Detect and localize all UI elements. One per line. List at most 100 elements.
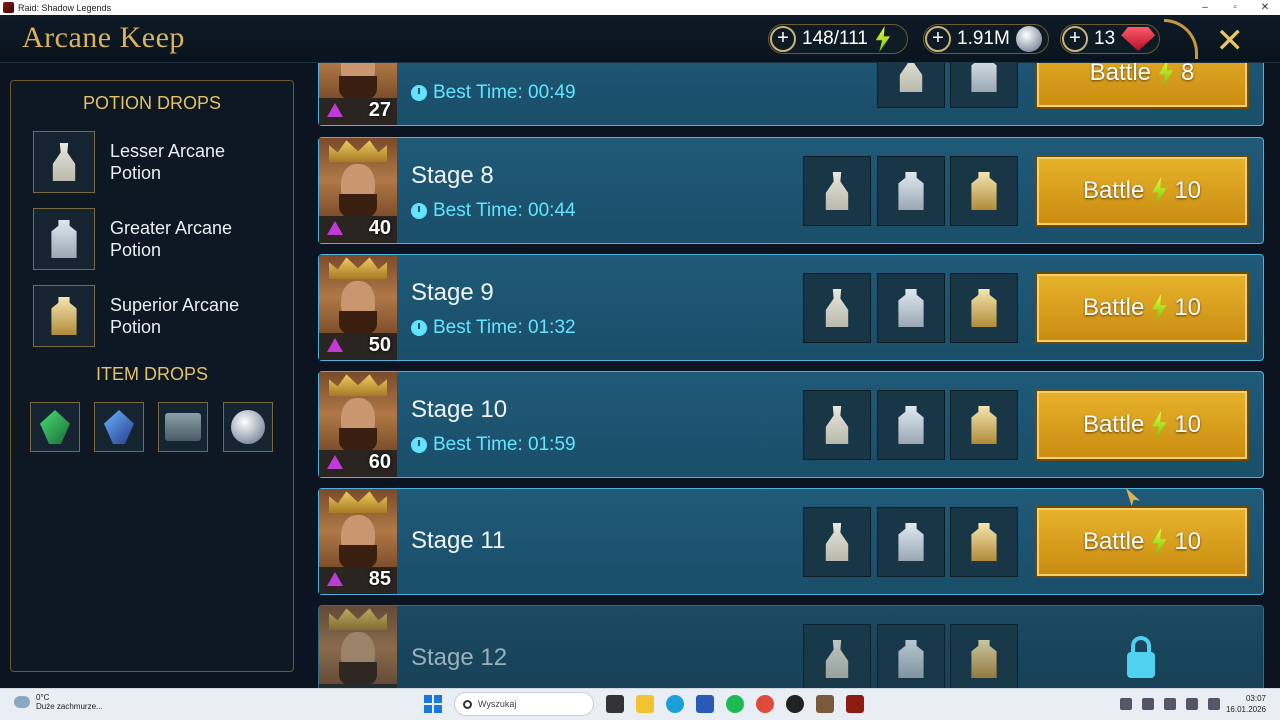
- item-drop-chest[interactable]: [158, 402, 208, 452]
- volume-icon[interactable]: [1208, 698, 1220, 710]
- boss-portrait: [319, 606, 397, 688]
- page-title: Arcane Keep: [22, 21, 185, 54]
- microphone-icon[interactable]: [1164, 698, 1176, 710]
- stage-level: 60: [368, 451, 391, 473]
- best-time-text: Best Time: 01:59: [433, 434, 576, 455]
- stage-row-9[interactable]: 50 Stage 9 Best Time: 01:32 Battle 10: [318, 254, 1264, 361]
- clock[interactable]: 03:07 16.01.2026: [1226, 693, 1266, 715]
- stage-level: 40: [368, 217, 391, 239]
- silver-value: 1.91M: [957, 28, 1010, 49]
- greater-arcane-potion-icon: [898, 523, 924, 561]
- chest-icon: [165, 413, 201, 441]
- drop-slot[interactable]: [803, 156, 871, 226]
- close-icon[interactable]: ✕: [1216, 21, 1245, 61]
- store-icon[interactable]: [696, 695, 714, 713]
- add-energy-button[interactable]: +: [770, 26, 796, 52]
- file-explorer-icon[interactable]: [636, 695, 654, 713]
- energy-resource: + 148/111: [768, 24, 908, 54]
- drop-slot[interactable]: [950, 507, 1018, 577]
- item-drop-accessory[interactable]: [94, 402, 144, 452]
- stage-level: 85: [368, 568, 391, 590]
- stage-row-10[interactable]: 60 Stage 10 Best Time: 01:59 Battle 10: [318, 371, 1264, 478]
- add-silver-button[interactable]: +: [925, 26, 951, 52]
- close-window-button[interactable]: ✕: [1250, 2, 1280, 13]
- drop-slot[interactable]: [803, 624, 871, 688]
- drop-slot[interactable]: [877, 63, 945, 108]
- edge-icon[interactable]: [666, 695, 684, 713]
- minimize-button[interactable]: –: [1190, 2, 1220, 13]
- potion-frame: [33, 285, 95, 347]
- superior-arcane-potion-icon: [971, 523, 997, 561]
- potion-drop-greater[interactable]: Greater Arcane Potion: [33, 208, 273, 270]
- battle-button[interactable]: Battle 8: [1035, 63, 1249, 109]
- lesser-arcane-potion-icon: [825, 640, 849, 678]
- energy-cost: 10: [1174, 177, 1202, 204]
- drop-slot[interactable]: [877, 273, 945, 343]
- raid-app-icon: [3, 2, 14, 13]
- weather-widget[interactable]: 0°C Duże zachmurze...: [14, 693, 103, 711]
- spotify-icon[interactable]: [726, 695, 744, 713]
- windows-start-icon[interactable]: [424, 695, 442, 713]
- energy-icon: [1158, 63, 1174, 87]
- drop-slot[interactable]: [877, 390, 945, 460]
- battle-button[interactable]: Battle 10: [1035, 155, 1249, 227]
- drop-slot[interactable]: [950, 156, 1018, 226]
- drop-slot[interactable]: [803, 273, 871, 343]
- search-placeholder: Wyszukaj: [478, 699, 517, 709]
- battle-button[interactable]: Battle 10: [1035, 272, 1249, 344]
- display-icon[interactable]: [1186, 698, 1198, 710]
- task-view-icon[interactable]: [606, 695, 624, 713]
- maximize-button[interactable]: ▫: [1220, 2, 1250, 13]
- drop-slot[interactable]: [950, 273, 1018, 343]
- battle-label: Battle: [1089, 63, 1151, 86]
- energy-icon: [1152, 294, 1167, 322]
- drop-slot[interactable]: [877, 624, 945, 688]
- stage-row-7[interactable]: 27 Best Time: 00:49 Battle 8: [318, 63, 1264, 126]
- stage-list[interactable]: 27 Best Time: 00:49 Battle 8 40 Stage 8 …: [318, 63, 1266, 688]
- drop-slot[interactable]: [950, 63, 1018, 108]
- lesser-arcane-potion-icon: [899, 63, 923, 92]
- add-gems-button[interactable]: +: [1062, 26, 1088, 52]
- best-time-text: Best Time: 01:32: [433, 317, 576, 338]
- stage-row-8[interactable]: 40 Stage 8 Best Time: 00:44 Battle 10: [318, 137, 1264, 244]
- superior-arcane-potion-icon: [971, 172, 997, 210]
- gem-value: 13: [1094, 28, 1116, 49]
- game-header: Arcane Keep + 148/111 + 1.91M + 13 ✕: [0, 15, 1280, 63]
- crown-icon: [329, 491, 387, 513]
- plarium-icon[interactable]: [816, 695, 834, 713]
- network-icon[interactable]: [1142, 698, 1154, 710]
- boss-portrait: 85: [319, 489, 397, 594]
- item-drops-title: ITEM DROPS: [95, 364, 208, 384]
- taskbar-search[interactable]: Wyszukaj: [454, 692, 594, 716]
- stage-name: Stage 9: [411, 279, 494, 306]
- best-time-text: Best Time: 00:49: [433, 82, 576, 103]
- lesser-arcane-potion-icon: [825, 172, 849, 210]
- battle-button[interactable]: Battle 10: [1035, 389, 1249, 461]
- best-time-text: Best Time: 00:44: [433, 200, 576, 221]
- chrome-icon[interactable]: [756, 695, 774, 713]
- battle-label: Battle: [1082, 411, 1145, 438]
- obs-icon[interactable]: [786, 695, 804, 713]
- potion-name: Lesser Arcane Potion: [110, 141, 226, 183]
- drop-slot[interactable]: [877, 156, 945, 226]
- potion-drop-superior[interactable]: Superior Arcane Potion: [33, 285, 273, 347]
- drop-slot[interactable]: [803, 390, 871, 460]
- potion-drop-lesser[interactable]: Lesser Arcane Potion: [33, 131, 273, 193]
- crown-icon: [329, 608, 387, 630]
- stage-name: Stage 12: [411, 644, 508, 671]
- stage-row-12[interactable]: Stage 12: [318, 605, 1264, 688]
- greater-arcane-potion-icon: [898, 640, 924, 678]
- potion-drops-title: POTION DROPS: [82, 93, 221, 113]
- silver-resource: + 1.91M: [923, 24, 1049, 54]
- item-drop-silver[interactable]: [223, 402, 273, 452]
- stage-row-11[interactable]: 85 Stage 11 Battle 10: [318, 488, 1264, 595]
- raid-taskbar-icon[interactable]: [846, 695, 864, 713]
- item-drop-artifact[interactable]: [30, 402, 80, 452]
- lesser-arcane-potion-icon: [825, 523, 849, 561]
- drop-slot[interactable]: [803, 507, 871, 577]
- battle-button[interactable]: Battle 10: [1035, 506, 1249, 578]
- chevron-up-icon[interactable]: [1120, 698, 1132, 710]
- drop-slot[interactable]: [877, 507, 945, 577]
- drop-slot[interactable]: [950, 624, 1018, 688]
- drop-slot[interactable]: [950, 390, 1018, 460]
